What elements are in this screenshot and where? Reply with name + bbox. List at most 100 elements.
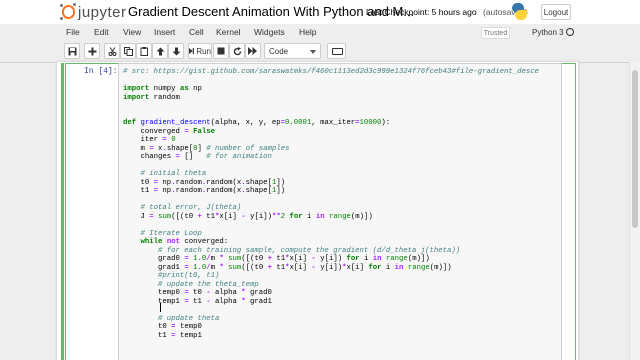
code-token: shape[ [245,187,272,195]
menu-view[interactable]: View [123,27,141,37]
code-token: i [302,212,316,221]
code-token: range [328,212,351,221]
menu-file[interactable]: File [66,27,80,37]
code-token: t0 [188,289,207,297]
code-token: temp1 [175,331,202,340]
code-token: t1 [271,255,286,263]
menu-help[interactable]: Help [299,27,316,37]
code-token: random [175,187,202,195]
code-token: False [193,127,215,136]
code-token: (alpha, x, y, ep [210,119,281,127]
code-token: 10000 [359,119,382,127]
code-token: J [123,212,150,221]
copy-icon [123,46,133,56]
code-token: sum [228,263,242,272]
code-token: y[i]) [315,263,343,272]
command-palette-button[interactable] [327,43,346,59]
code-token: np [188,85,202,93]
code-token: import [123,85,150,93]
python-logo-icon [511,3,528,20]
code-token: iter [123,136,163,144]
step-forward-icon [189,47,194,55]
interrupt-kernel-button[interactable] [213,43,229,59]
code-token: while [140,238,163,246]
code-token: shape[ [166,144,194,153]
code-token: y[i]) [245,212,272,221]
code-token: as [179,85,189,93]
scissors-icon [108,46,116,56]
restart-run-all-button[interactable] [245,43,261,59]
move-cell-down-button[interactable] [168,43,184,59]
code-token: alpha [210,297,242,306]
logout-button[interactable]: Logout [541,4,571,20]
code-token: ]) [276,187,286,195]
code-token: ]) [276,178,286,187]
code-token: x[i] [346,263,369,272]
code-token: # Iterate Loop [140,229,202,238]
save-button[interactable] [64,43,80,59]
menu-widgets[interactable]: Widgets [254,27,285,37]
code-token: m [123,144,150,153]
menu-kernel[interactable]: Kernel [216,27,241,37]
code-token: random(x [206,178,242,187]
arrow-down-icon [172,47,180,55]
cut-cell-button[interactable] [104,43,120,59]
run-cell-button[interactable]: Run [188,43,212,59]
code-line: t1 = temp1 [123,332,202,341]
code-token: y[i]) [315,255,347,263]
code-token: x[i] [289,255,312,263]
move-cell-up-button[interactable] [152,43,168,59]
kernel-name: Python 3 [532,28,564,37]
restart-kernel-button[interactable] [229,43,245,59]
code-token: alpha [210,289,242,297]
code-token: ] [197,144,207,153]
code-token: x[i] [219,212,242,221]
code-token: [] [179,153,207,161]
code-token: ([(t0 [241,263,268,272]
code-token: # update theta [158,314,220,323]
code-token: t0 [123,178,154,187]
code-line: t1 = np.random.random(x.shape[1]) [123,187,286,196]
code-token: grad0 [123,255,185,263]
code-line: # src: https://gist.github.com/saraswatm… [123,68,539,77]
code-line: import random [123,94,180,103]
plus-icon [88,47,96,55]
code-token: converged [123,127,185,136]
code-token: random [175,178,202,187]
menu-edit[interactable]: Edit [94,27,109,37]
code-token: changes [123,153,176,161]
scrollbar-thumb[interactable] [632,70,638,228]
vertical-scrollbar[interactable] [629,62,640,360]
code-line: changes = [] # for animation [123,153,272,162]
menu-cell[interactable]: Cell [189,27,204,37]
code-token: sum [158,212,172,221]
code-token: temp0 [175,323,202,331]
jupyter-logo[interactable]: jupyter [60,3,127,21]
menu-insert[interactable]: Insert [154,27,175,37]
code-token: in [315,212,325,221]
code-editor[interactable]: # src: https://gist.github.com/saraswatm… [118,63,562,360]
code-token: t1 [201,212,216,221]
code-token: range [407,263,430,272]
code-token: sum [228,255,242,263]
code-token: # for each training sample, compute the … [158,246,461,255]
code-token: temp0 [123,289,185,297]
copy-cell-button[interactable] [120,43,136,59]
paste-cell-button[interactable] [136,43,152,59]
code-token: for [289,212,303,221]
code-token: not [166,238,180,246]
trusted-badge[interactable]: Trusted [481,27,510,39]
code-token: grad0 [245,289,272,297]
checkpoint-status: Last Checkpoint: 5 hours ago (autosaved) [366,7,528,17]
code-token: random(x [206,187,242,195]
text-cursor [160,303,161,312]
insert-cell-button[interactable] [84,43,100,59]
code-token: t1 [188,297,207,306]
code-token: range [385,255,408,263]
cell-type-select[interactable]: Code [264,43,321,59]
